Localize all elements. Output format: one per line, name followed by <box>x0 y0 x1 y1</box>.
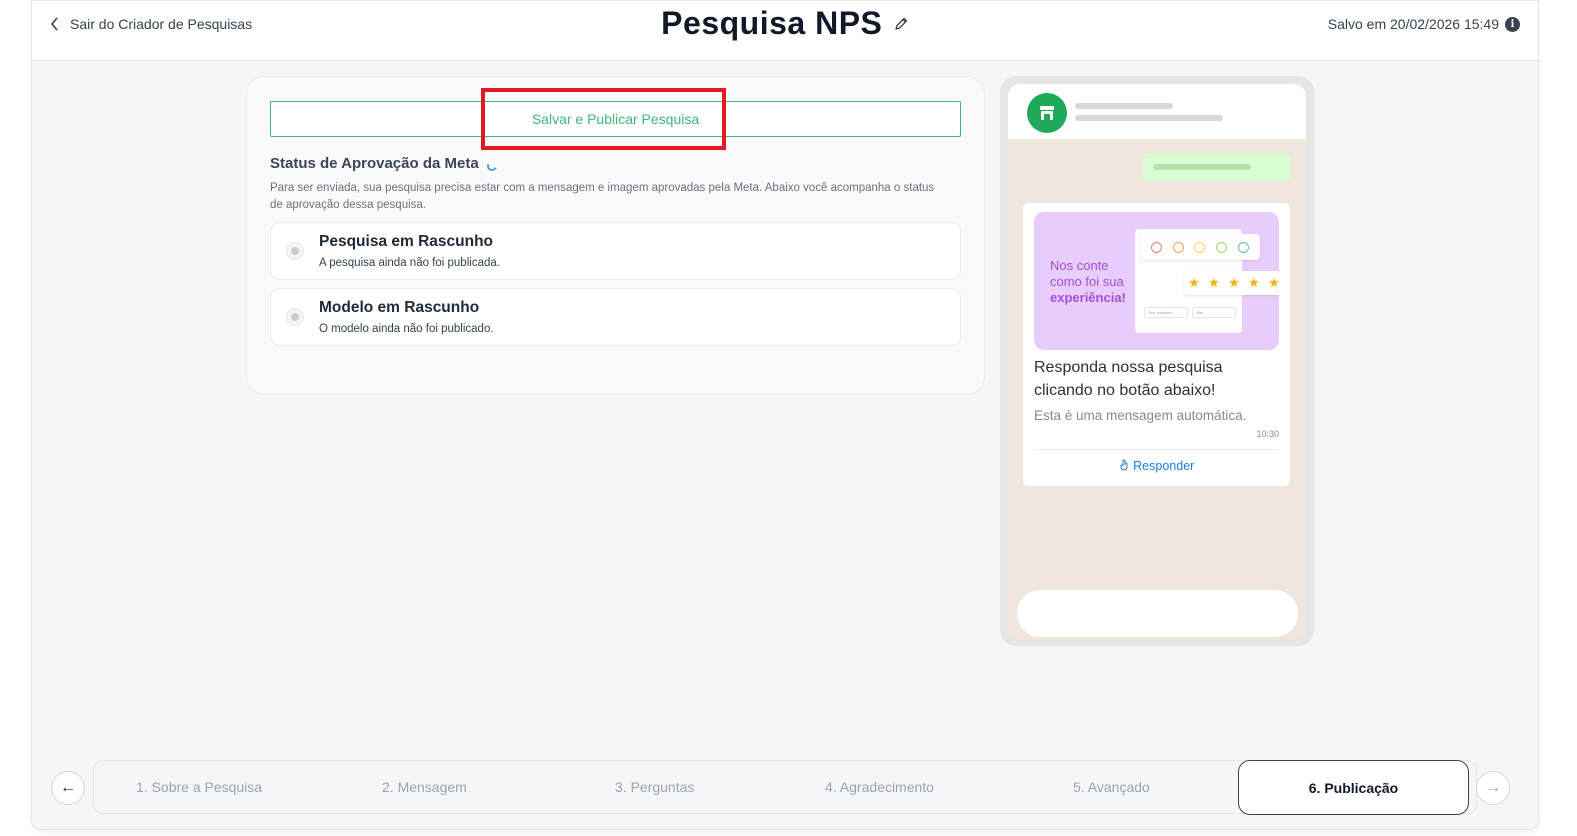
status-item-title: Pesquisa em Rascunho <box>319 233 494 250</box>
star-icon: ★ <box>1188 275 1200 290</box>
message-time: 10:30 <box>1256 429 1279 439</box>
title-wrap: Pesquisa NPS <box>32 5 1538 42</box>
step-publish[interactable]: 6. Publicação <box>1238 760 1469 815</box>
step-about[interactable]: 1. Sobre a Pesquisa <box>136 779 262 795</box>
store-icon <box>1040 106 1054 120</box>
status-dot-icon <box>286 242 304 260</box>
whatsapp-preview: ★ ★ ★ ★ ★ Sim, recebido Não Nos conte co… <box>1000 76 1314 646</box>
store-avatar <box>1027 93 1067 133</box>
approval-title: Status de Aprovação da Meta <box>270 155 499 172</box>
step-questions[interactable]: 3. Perguntas <box>615 779 694 795</box>
status-item-survey: Pesquisa em Rascunho A pesquisa ainda nã… <box>270 222 961 280</box>
step-message[interactable]: 2. Mensagem <box>382 779 467 795</box>
info-icon[interactable]: i <box>1505 16 1520 32</box>
approval-title-text: Status de Aprovação da Meta <box>270 155 479 172</box>
face-icon <box>1151 241 1163 253</box>
rating-faces <box>1140 234 1260 260</box>
tap-icon <box>1119 459 1133 473</box>
next-step-button[interactable]: → <box>1476 771 1510 805</box>
mini-yes: Sim, recebido <box>1144 307 1188 318</box>
phone-screen: ★ ★ ★ ★ ★ Sim, recebido Não Nos conte co… <box>1008 84 1306 640</box>
status-item-template: Modelo em Rascunho O modelo ainda não fo… <box>270 288 961 346</box>
divider <box>1034 449 1279 450</box>
face-icon <box>1172 241 1184 253</box>
contact-name-placeholder <box>1075 103 1173 109</box>
mini-no: Não <box>1192 307 1236 318</box>
steps-track: 1. Sobre a Pesquisa 2. Mensagem 3. Pergu… <box>93 760 1477 815</box>
star-icon: ★ <box>1228 275 1240 290</box>
message-input-placeholder <box>1017 590 1298 637</box>
loading-spinner-icon <box>485 159 499 172</box>
mini-buttons: Sim, recebido Não <box>1144 307 1236 319</box>
rating-stars: ★ ★ ★ ★ ★ <box>1184 271 1279 295</box>
publish-card: Salvar e Publicar Pesquisa Status de Apr… <box>246 76 985 395</box>
star-icon: ★ <box>1208 275 1220 290</box>
star-icon: ★ <box>1248 275 1260 290</box>
star-icon: ★ <box>1268 275 1279 290</box>
message-footer: Esta é uma mensagem automática. <box>1034 408 1247 423</box>
face-icon <box>1194 241 1206 253</box>
step-thanks[interactable]: 4. Agradecimento <box>825 779 934 795</box>
template-message: ★ ★ ★ ★ ★ Sim, recebido Não Nos conte co… <box>1023 203 1290 486</box>
image-caption: Nos conte como foi sua experiência! <box>1050 258 1126 305</box>
saved-status: Salvo em 20/02/2026 15:49 i <box>1328 16 1520 32</box>
status-item-subtitle: O modelo ainda não foi publicado. <box>319 323 494 335</box>
app-frame: Sair do Criador de Pesquisas Pesquisa NP… <box>31 0 1539 830</box>
saved-text: Salvo em 20/02/2026 15:49 <box>1327 16 1499 32</box>
face-icon <box>1216 241 1228 253</box>
save-publish-button[interactable]: Salvar e Publicar Pesquisa <box>270 101 961 137</box>
step-navigation: ← 1. Sobre a Pesquisa 2. Mensagem 3. Per… <box>32 759 1538 815</box>
chat-header <box>1008 84 1306 139</box>
sent-message-placeholder <box>1143 153 1290 181</box>
message-body: Responda nossa pesquisa clicando no botã… <box>1034 359 1223 399</box>
status-dot-icon <box>286 308 304 326</box>
pencil-icon[interactable] <box>893 16 909 37</box>
top-bar: Sair do Criador de Pesquisas Pesquisa NP… <box>32 1 1538 61</box>
step-advanced[interactable]: 5. Avançado <box>1073 779 1150 795</box>
page-title: Pesquisa NPS <box>661 5 883 41</box>
contact-status-placeholder <box>1075 115 1223 121</box>
prev-step-button[interactable]: ← <box>51 771 85 805</box>
message-image: ★ ★ ★ ★ ★ Sim, recebido Não Nos conte co… <box>1034 212 1279 350</box>
status-item-title: Modelo em Rascunho <box>319 299 480 316</box>
reply-label: Responder <box>1133 459 1195 473</box>
status-item-subtitle: A pesquisa ainda não foi publicada. <box>319 257 500 269</box>
reply-button[interactable]: Responder <box>1023 459 1290 473</box>
approval-description: Para ser enviada, sua pesquisa precisa e… <box>270 182 935 211</box>
face-icon <box>1237 241 1249 253</box>
